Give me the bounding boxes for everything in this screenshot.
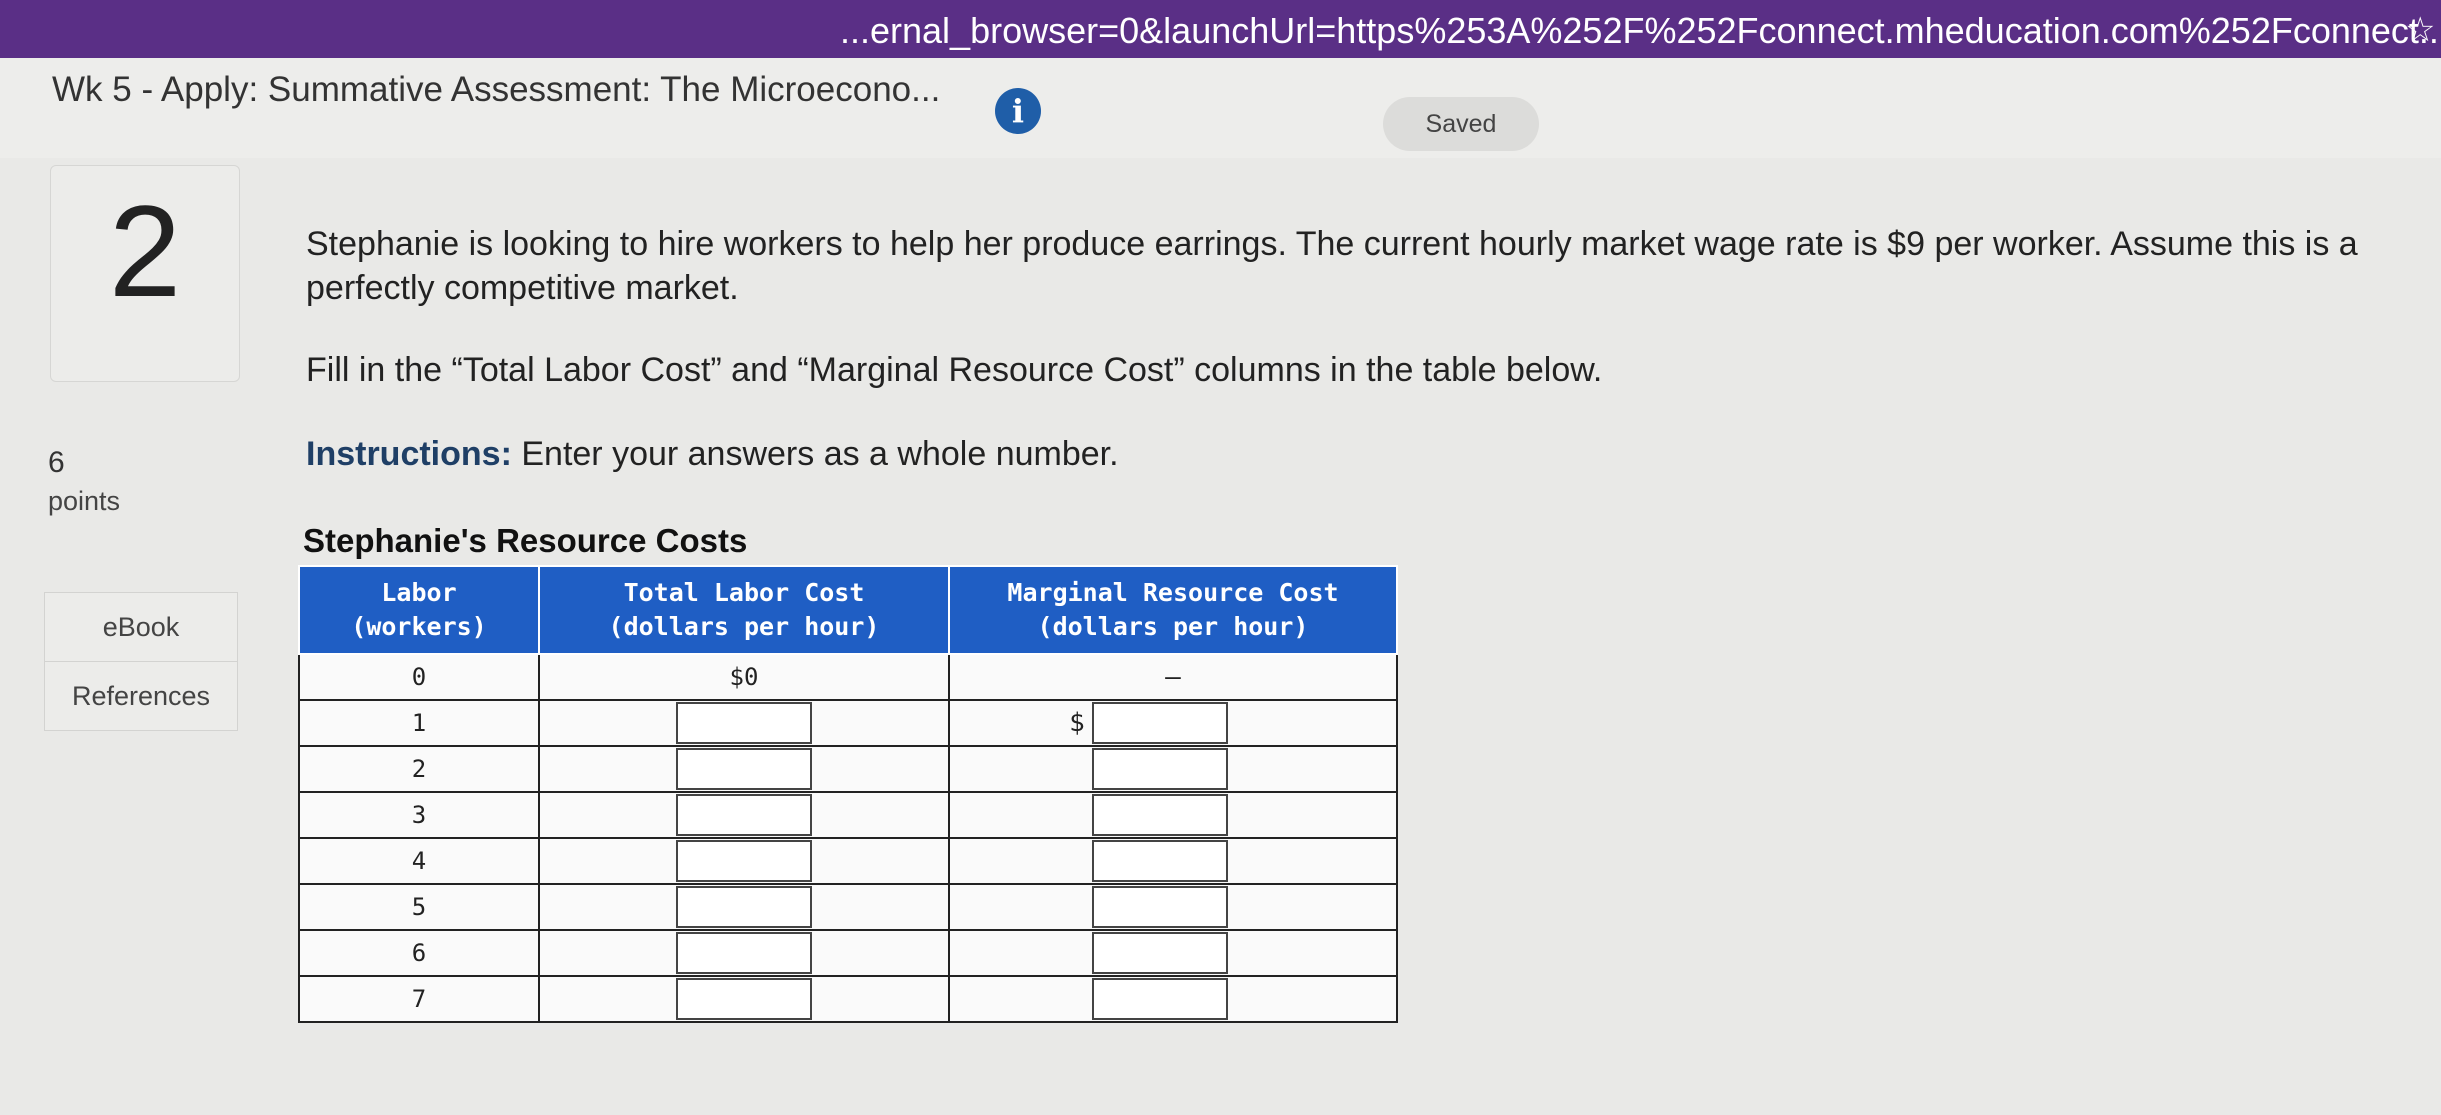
mrc-cell	[948, 883, 1398, 931]
total-labor-cost-input[interactable]	[676, 748, 812, 790]
marginal-resource-cost-input[interactable]	[1092, 932, 1228, 974]
points-label: points	[48, 486, 121, 516]
header-total-labor-cost: Total Labor Cost (dollars per hour)	[538, 565, 950, 655]
question-prompt: Stephanie is looking to hire workers to …	[306, 225, 2358, 307]
marginal-resource-cost-input[interactable]	[1092, 702, 1228, 744]
dollar-sign: $	[1069, 708, 1085, 738]
table-row: 7	[298, 975, 1398, 1023]
total-labor-cost-input[interactable]	[676, 794, 812, 836]
table-row: 2	[298, 745, 1398, 793]
total-labor-cost-input[interactable]	[676, 932, 812, 974]
tlc-cell	[538, 837, 950, 885]
star-icon[interactable]: ☆	[2405, 10, 2435, 50]
total-labor-cost-input[interactable]	[676, 886, 812, 928]
header-marginal-resource-cost: Marginal Resource Cost (dollars per hour…	[948, 565, 1398, 655]
marginal-resource-cost-input[interactable]	[1092, 794, 1228, 836]
marginal-resource-cost-input[interactable]	[1092, 748, 1228, 790]
total-labor-cost-input[interactable]	[676, 840, 812, 882]
mrc-cell	[948, 975, 1398, 1023]
browser-url-bar[interactable]: ...ernal_browser=0&launchUrl=https%253A%…	[0, 0, 2441, 58]
table-row: 1 $	[298, 699, 1398, 747]
labor-cell: 3	[298, 791, 540, 839]
table-row: 0 $0 –	[298, 653, 1398, 701]
labor-cell: 7	[298, 975, 540, 1023]
tlc-cell	[538, 975, 950, 1023]
labor-cell: 4	[298, 837, 540, 885]
instructions-text: Enter your answers as a whole number.	[511, 435, 1119, 473]
table-title: Stephanie's Resource Costs	[303, 522, 748, 559]
question-number: 2	[108, 178, 182, 324]
total-labor-cost-input[interactable]	[676, 978, 812, 1020]
mrc-cell	[948, 791, 1398, 839]
points-value: 6	[48, 446, 65, 479]
labor-cell: 5	[298, 883, 540, 931]
labor-cell: 6	[298, 929, 540, 977]
tlc-cell: $0	[538, 653, 950, 701]
url-text[interactable]: ...ernal_browser=0&launchUrl=https%253A%…	[840, 10, 2441, 52]
table-row: 3	[298, 791, 1398, 839]
tlc-cell	[538, 791, 950, 839]
mrc-cell	[948, 745, 1398, 793]
table-row: 5	[298, 883, 1398, 931]
mrc-cell	[948, 929, 1398, 977]
assessment-title: Wk 5 - Apply: Summative Assessment: The …	[52, 70, 941, 109]
references-button[interactable]: References	[44, 661, 238, 731]
tlc-cell	[538, 883, 950, 931]
labor-cell: 2	[298, 745, 540, 793]
total-labor-cost-input[interactable]	[676, 702, 812, 744]
marginal-resource-cost-input[interactable]	[1092, 840, 1228, 882]
saved-status-button[interactable]: Saved	[1383, 97, 1539, 151]
info-icon[interactable]: i	[995, 88, 1041, 134]
resource-cost-table: Labor (workers) Total Labor Cost (dollar…	[298, 565, 1398, 1023]
mrc-cell: –	[948, 653, 1398, 701]
question-number-box: 2	[50, 165, 240, 382]
fill-in-instruction: Fill in the “Total Labor Cost” and “Marg…	[306, 351, 1603, 389]
labor-cell: 0	[298, 653, 540, 701]
header-labor: Labor (workers)	[298, 565, 540, 655]
table-row: 6	[298, 929, 1398, 977]
tlc-cell	[538, 699, 950, 747]
mrc-cell: $	[948, 699, 1398, 747]
marginal-resource-cost-input[interactable]	[1092, 978, 1228, 1020]
ebook-button[interactable]: eBook	[44, 592, 238, 662]
tlc-cell	[538, 929, 950, 977]
table-row: 4	[298, 837, 1398, 885]
answer-instructions: Instructions: Enter your answers as a wh…	[306, 432, 1706, 476]
instructions-label: Instructions:	[306, 435, 512, 473]
tlc-cell	[538, 745, 950, 793]
mrc-dash: –	[1165, 662, 1181, 692]
mrc-cell	[948, 837, 1398, 885]
marginal-resource-cost-input[interactable]	[1092, 886, 1228, 928]
labor-cell: 1	[298, 699, 540, 747]
